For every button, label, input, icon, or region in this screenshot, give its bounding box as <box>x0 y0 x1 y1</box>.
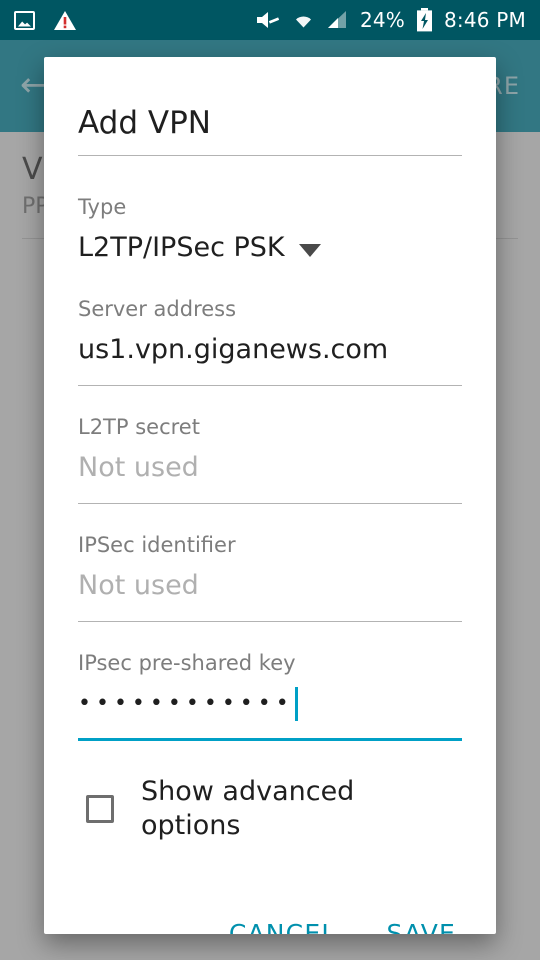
show-advanced-options-row[interactable]: Show advanced options <box>78 741 462 843</box>
field-ipsec-identifier-label: IPSec identifier <box>78 533 236 557</box>
ipsec-preshared-key-input[interactable]: •••••••••••• <box>78 684 462 724</box>
field-l2tp-secret[interactable]: L2TP secret Not used <box>78 386 462 504</box>
type-spinner-value: L2TP/IPSec PSK <box>78 232 285 263</box>
warning-triangle-icon <box>54 10 76 30</box>
charging-battery-icon <box>417 8 432 32</box>
wifi-icon <box>295 16 311 28</box>
status-bar: 24% 8:46 PM <box>0 0 540 40</box>
field-ipsec-preshared-key-label: IPsec pre-shared key <box>78 651 296 675</box>
save-button[interactable]: SAVE <box>382 913 460 934</box>
dialog-title: Add VPN <box>78 105 211 141</box>
battery-percent-label: 24% <box>359 8 405 32</box>
dialog-actions: CANCEL SAVE <box>78 843 462 934</box>
cell-signal-icon <box>327 11 346 28</box>
clock-label: 8:46 PM <box>444 8 526 32</box>
ipsec-identifier-input[interactable]: Not used <box>78 566 462 606</box>
image-icon <box>14 10 35 30</box>
volume-mute-icon <box>256 11 280 28</box>
field-server-address[interactable]: Server address us1.vpn.giganews.com <box>78 268 462 386</box>
masked-password-value: •••••••••••• <box>78 691 294 716</box>
show-advanced-options-label: Show advanced options <box>140 776 355 841</box>
field-server-address-label: Server address <box>78 297 237 321</box>
status-left-icons <box>14 10 77 31</box>
screen: ← RE V PP 24% 8:46 PM Add VPN Type L2TP/… <box>0 0 540 960</box>
field-type[interactable]: Type L2TP/IPSec PSK <box>78 166 462 268</box>
checkbox-icon[interactable] <box>86 795 114 823</box>
status-right-icons: 24% 8:46 PM <box>255 8 526 32</box>
cancel-button[interactable]: CANCEL <box>225 913 341 934</box>
title-divider <box>78 155 462 156</box>
type-spinner[interactable]: L2TP/IPSec PSK <box>78 228 462 268</box>
field-ipsec-preshared-key[interactable]: IPsec pre-shared key •••••••••••• <box>78 622 462 741</box>
chevron-down-icon <box>298 243 321 257</box>
text-cursor <box>294 687 298 721</box>
field-type-label: Type <box>78 195 127 219</box>
server-address-input[interactable]: us1.vpn.giganews.com <box>78 330 462 370</box>
field-l2tp-secret-label: L2TP secret <box>78 415 200 439</box>
field-ipsec-identifier[interactable]: IPSec identifier Not used <box>78 504 462 622</box>
l2tp-secret-input[interactable]: Not used <box>78 448 462 488</box>
add-vpn-dialog: Add VPN Type L2TP/IPSec PSK Server addre… <box>44 57 496 934</box>
